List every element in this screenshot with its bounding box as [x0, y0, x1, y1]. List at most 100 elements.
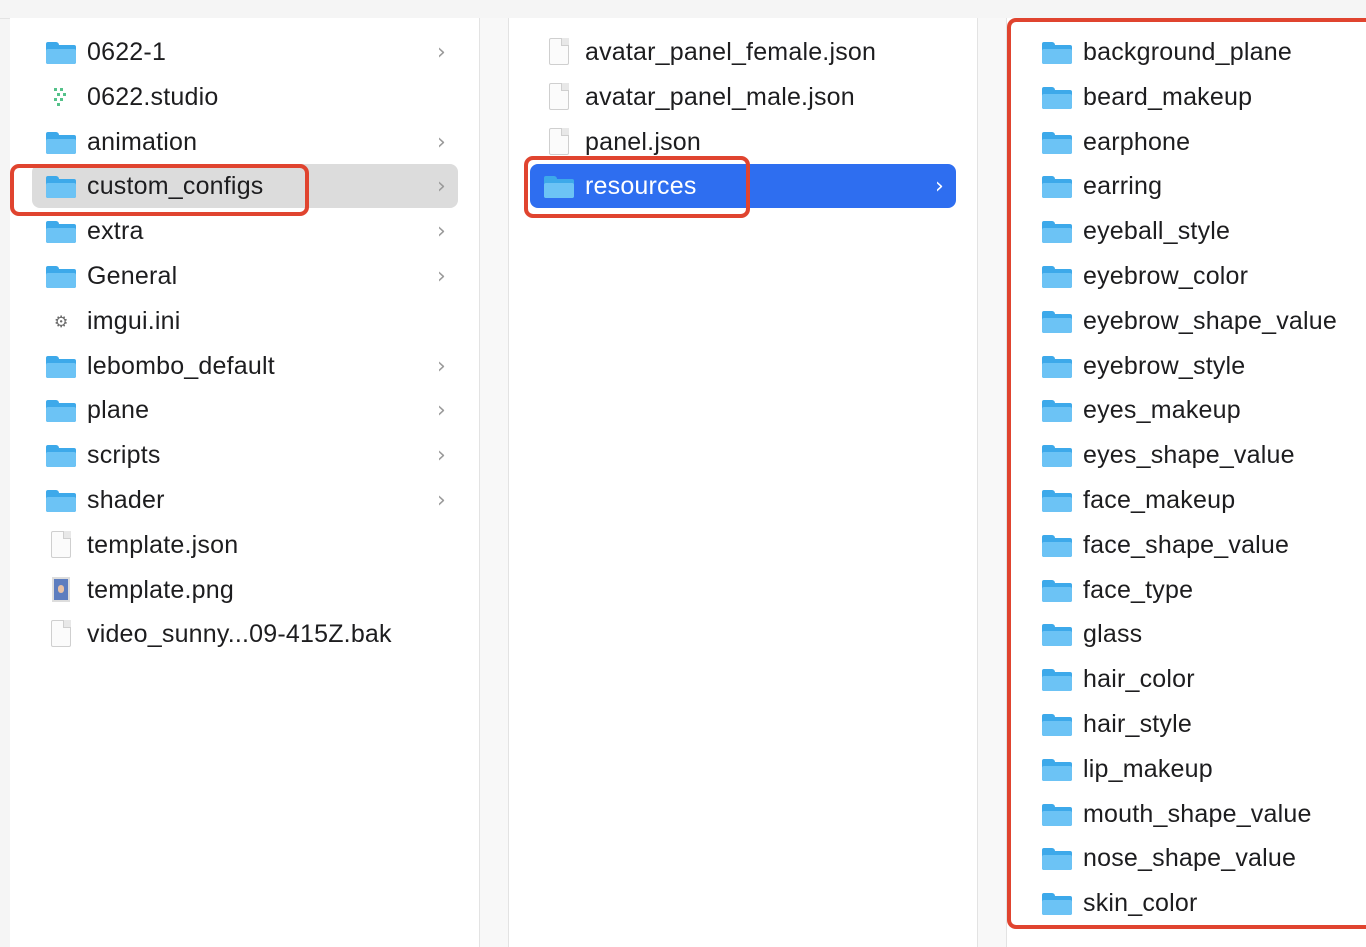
item-name: avatar_panel_female.json	[585, 37, 877, 66]
folder-icon	[1041, 83, 1073, 111]
item-name: template.json	[87, 530, 239, 559]
item-name: background_plane	[1083, 37, 1292, 66]
col3-item[interactable]: mouth_shape_value	[1028, 792, 1366, 836]
col3-item[interactable]: eyes_shape_value	[1028, 433, 1366, 477]
folder-icon	[1041, 889, 1073, 917]
col1-item[interactable]: ⚙ imgui.ini	[32, 299, 458, 343]
col1-item[interactable]: scripts ›	[32, 433, 458, 477]
item-name: panel.json	[585, 127, 701, 156]
col3-item[interactable]: glass	[1028, 612, 1366, 656]
column-1-gutter	[480, 18, 509, 947]
col3-item[interactable]: earphone	[1028, 120, 1366, 164]
chevron-right-icon: ›	[437, 443, 446, 468]
item-name: eyes_makeup	[1083, 395, 1241, 424]
col1-item[interactable]: animation ›	[32, 120, 458, 164]
item-name: extra	[87, 216, 144, 245]
col3-item[interactable]: background_plane	[1028, 30, 1366, 74]
col3-item[interactable]: beard_makeup	[1028, 75, 1366, 119]
folder-icon	[1041, 172, 1073, 200]
col3-item[interactable]: eyebrow_color	[1028, 254, 1366, 298]
chevron-right-icon: ›	[437, 130, 446, 155]
item-name: 0622-1	[87, 37, 167, 66]
col2-item[interactable]: panel.json	[530, 120, 956, 164]
item-name: beard_makeup	[1083, 82, 1253, 111]
col1-item[interactable]: template.json	[32, 523, 458, 567]
folder-icon	[45, 262, 77, 290]
col1-item[interactable]: shader ›	[32, 478, 458, 522]
col3-item[interactable]: nose_shape_value	[1028, 836, 1366, 880]
chevron-right-icon: ›	[437, 40, 446, 65]
folder-icon	[45, 172, 77, 200]
folder-icon	[1041, 665, 1073, 693]
folder-icon	[1041, 486, 1073, 514]
item-name: General	[87, 261, 178, 290]
image-file-icon	[45, 576, 77, 604]
col3-item[interactable]: skin_color	[1028, 881, 1366, 925]
gear-icon: ⚙	[54, 312, 69, 331]
document-icon	[543, 128, 575, 156]
col3-item[interactable]: face_makeup	[1028, 478, 1366, 522]
folder-icon	[45, 441, 77, 469]
folder-icon	[45, 128, 77, 156]
item-name: eyes_shape_value	[1083, 440, 1295, 469]
col3-item[interactable]: hair_color	[1028, 657, 1366, 701]
chevron-right-icon: ›	[437, 219, 446, 244]
document-icon	[543, 38, 575, 66]
chevron-right-icon: ›	[437, 264, 446, 289]
col1-item[interactable]: video_sunny...09-415Z.bak	[32, 612, 458, 656]
column-2-gutter	[978, 18, 1007, 947]
item-name: shader	[87, 485, 165, 514]
col1-item[interactable]: 0622.studio	[32, 75, 458, 119]
studio-file-icon	[45, 83, 77, 111]
col3-item[interactable]: face_type	[1028, 568, 1366, 612]
col3-item[interactable]: eyes_makeup	[1028, 388, 1366, 432]
col1-item[interactable]: custom_configs ›	[32, 164, 458, 208]
item-name: lip_makeup	[1083, 754, 1213, 783]
col1-item[interactable]: template.png	[32, 568, 458, 612]
col2-item[interactable]: avatar_panel_male.json	[530, 75, 956, 119]
item-name: face_makeup	[1083, 485, 1236, 514]
chevron-right-icon: ›	[437, 174, 446, 199]
folder-icon	[1041, 755, 1073, 783]
col2-item[interactable]: avatar_panel_female.json	[530, 30, 956, 74]
chevron-right-icon: ›	[437, 354, 446, 379]
item-name: earring	[1083, 171, 1163, 200]
col1-item[interactable]: lebombo_default ›	[32, 344, 458, 388]
item-name: hair_color	[1083, 664, 1195, 693]
col2-item[interactable]: resources ›	[530, 164, 956, 208]
chevron-right-icon: ›	[935, 174, 944, 199]
folder-icon	[1041, 262, 1073, 290]
item-name: earphone	[1083, 127, 1191, 156]
item-name: lebombo_default	[87, 351, 275, 380]
col1-item[interactable]: extra ›	[32, 209, 458, 253]
col1-item[interactable]: 0622-1 ›	[32, 30, 458, 74]
folder-icon	[1041, 396, 1073, 424]
document-icon	[543, 83, 575, 111]
document-icon	[45, 531, 77, 559]
chevron-right-icon: ›	[437, 488, 446, 513]
col3-item[interactable]: eyeball_style	[1028, 209, 1366, 253]
item-name: hair_style	[1083, 709, 1192, 738]
folder-icon	[45, 38, 77, 66]
folder-icon	[1041, 620, 1073, 648]
folder-icon	[1041, 38, 1073, 66]
item-name: skin_color	[1083, 888, 1198, 917]
folder-icon	[1041, 800, 1073, 828]
col3-item[interactable]: lip_makeup	[1028, 747, 1366, 791]
col3-item[interactable]: eyebrow_shape_value	[1028, 299, 1366, 343]
item-name: animation	[87, 127, 198, 156]
item-name: eyebrow_style	[1083, 351, 1246, 380]
col3-item[interactable]: face_shape_value	[1028, 523, 1366, 567]
item-name: template.png	[87, 575, 234, 604]
folder-icon	[1041, 307, 1073, 335]
item-name: resources	[585, 171, 697, 200]
col3-item[interactable]: eyebrow_style	[1028, 344, 1366, 388]
folder-icon	[1041, 217, 1073, 245]
col1-item[interactable]: plane ›	[32, 388, 458, 432]
col3-item[interactable]: hair_style	[1028, 702, 1366, 746]
col3-item[interactable]: earring	[1028, 164, 1366, 208]
folder-icon	[1041, 844, 1073, 872]
item-name: eyebrow_color	[1083, 261, 1249, 290]
window-top-edge	[0, 0, 1366, 19]
col1-item[interactable]: General ›	[32, 254, 458, 298]
